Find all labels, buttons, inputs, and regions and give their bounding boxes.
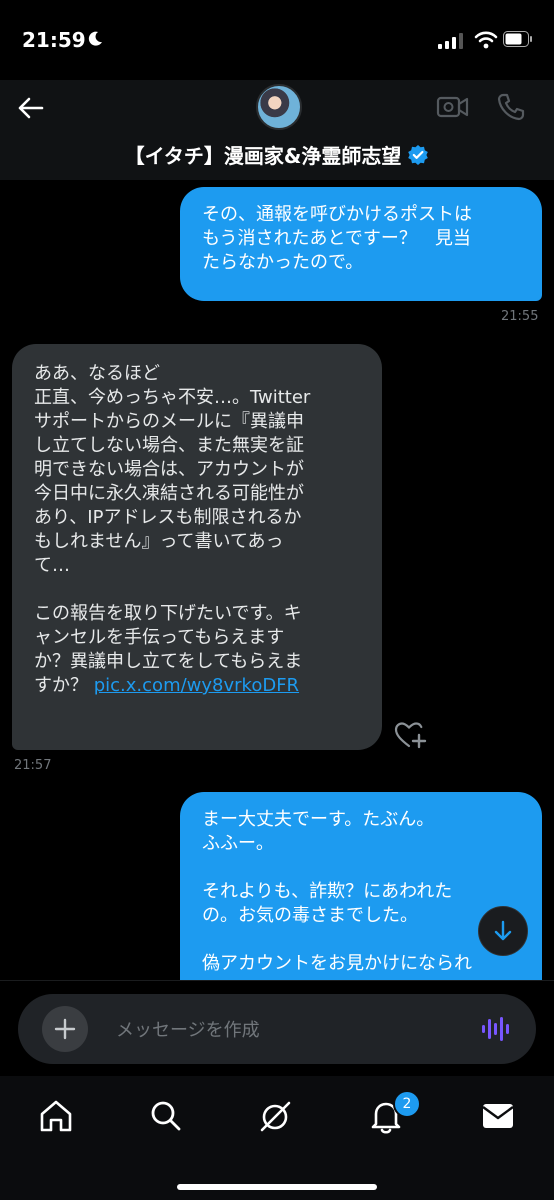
tab-messages[interactable] xyxy=(476,1094,520,1138)
message-line: 偽アカウントをお見かけになられ xyxy=(202,953,472,974)
heart-plus-icon xyxy=(394,722,427,749)
received-message-bubble[interactable]: ああ、なるほど 正直、今めっちゃ不安…。Twitter サポートからのメールに『… xyxy=(12,344,382,750)
message-line: ああ、なるほど xyxy=(34,363,160,384)
message-line-blank xyxy=(34,578,360,602)
phone-icon xyxy=(497,93,525,121)
message-line-blank xyxy=(202,856,520,880)
message-line: あり、IPアドレスも制限されるか xyxy=(34,507,302,528)
composer xyxy=(18,994,536,1064)
moon-icon xyxy=(86,30,104,52)
video-call-icon xyxy=(436,96,469,118)
message-line: て… xyxy=(34,555,70,576)
home-indicator xyxy=(177,1184,377,1190)
message-line-blank xyxy=(202,928,520,952)
phone-button[interactable] xyxy=(496,92,526,126)
contact-name: 【イタチ】漫画家&浄霊師志望 xyxy=(124,144,402,168)
message-line: たらなかったので。 xyxy=(202,252,364,273)
voice-message-button[interactable] xyxy=(480,1014,510,1048)
voice-waveform-icon xyxy=(482,1017,509,1041)
sent-message-bubble[interactable]: その、通報を呼びかけるポストは もう消されたあとですー？ 見当 たらなかったので… xyxy=(180,187,542,301)
status-bar: 21:59 xyxy=(0,0,554,80)
message-line: の。お気の毒さまでした。 xyxy=(202,905,418,926)
wifi-icon xyxy=(474,31,498,53)
avatar[interactable] xyxy=(256,84,302,130)
add-attachment-button[interactable] xyxy=(42,1006,88,1052)
verified-badge-icon xyxy=(407,144,429,171)
battery-icon xyxy=(503,31,533,51)
tab-search[interactable] xyxy=(144,1094,188,1138)
message-line: その、通報を呼びかけるポストは xyxy=(202,204,472,225)
message-text: すか？ xyxy=(34,675,88,696)
message-line: この報告を取り下げたいです。キ xyxy=(34,603,302,624)
video-call-button[interactable] xyxy=(436,92,470,126)
message-line: もう消されたあとですー？ 見当 xyxy=(202,228,471,249)
notification-count-badge: 2 xyxy=(393,1090,421,1118)
message-line: ふふー。 xyxy=(202,833,274,854)
tab-grok[interactable] xyxy=(254,1094,298,1138)
message-line: サポートからのメールに『異議申 xyxy=(34,411,304,432)
message-line: し立てしない場合、また無実を証 xyxy=(34,435,304,456)
contact-name-row[interactable]: 【イタチ】漫画家&浄霊師志望 xyxy=(0,140,554,171)
message-line: もしれません』って書いてあっ xyxy=(34,531,284,552)
add-reaction-button[interactable] xyxy=(394,720,428,754)
message-input[interactable] xyxy=(114,1008,458,1052)
message-line: まー大丈夫でーす。たぶん。 xyxy=(202,809,435,830)
home-icon xyxy=(40,1100,72,1132)
message-line: か？異議申し立てをしてもらえま xyxy=(34,651,303,672)
image-link[interactable]: pic.x.com/wy8vrkoDFR xyxy=(94,675,299,696)
scroll-to-bottom-button[interactable] xyxy=(478,906,528,956)
message-line: 正直、今めっちゃ不安…。Twitter xyxy=(34,387,311,408)
message-line: それよりも、詐欺？にあわれた xyxy=(202,881,453,902)
message-line-with-link: すか？ pic.x.com/wy8vrkoDFR xyxy=(34,674,360,698)
tab-home[interactable] xyxy=(34,1094,78,1138)
status-time: 21:59 xyxy=(22,28,86,52)
plus-icon xyxy=(54,1018,76,1040)
grok-icon xyxy=(260,1101,291,1132)
message-line: 今日中に永久凍結される可能性が xyxy=(34,483,304,504)
message-line: ャンセルを手伝ってもらえます xyxy=(34,627,285,648)
signal-icon xyxy=(438,33,464,53)
bottom-tab-bar xyxy=(0,1076,554,1200)
arrow-down-icon xyxy=(494,920,512,941)
search-icon xyxy=(151,1101,181,1131)
back-arrow-icon xyxy=(18,97,44,119)
conversation-header: 【イタチ】漫画家&浄霊師志望 xyxy=(0,80,554,180)
back-button[interactable] xyxy=(14,92,46,124)
messages-icon xyxy=(482,1104,514,1128)
message-timestamp: 21:55 xyxy=(501,309,539,324)
message-line: 明できない場合は、アカウントが xyxy=(34,459,304,480)
message-timestamp: 21:57 xyxy=(14,758,52,773)
